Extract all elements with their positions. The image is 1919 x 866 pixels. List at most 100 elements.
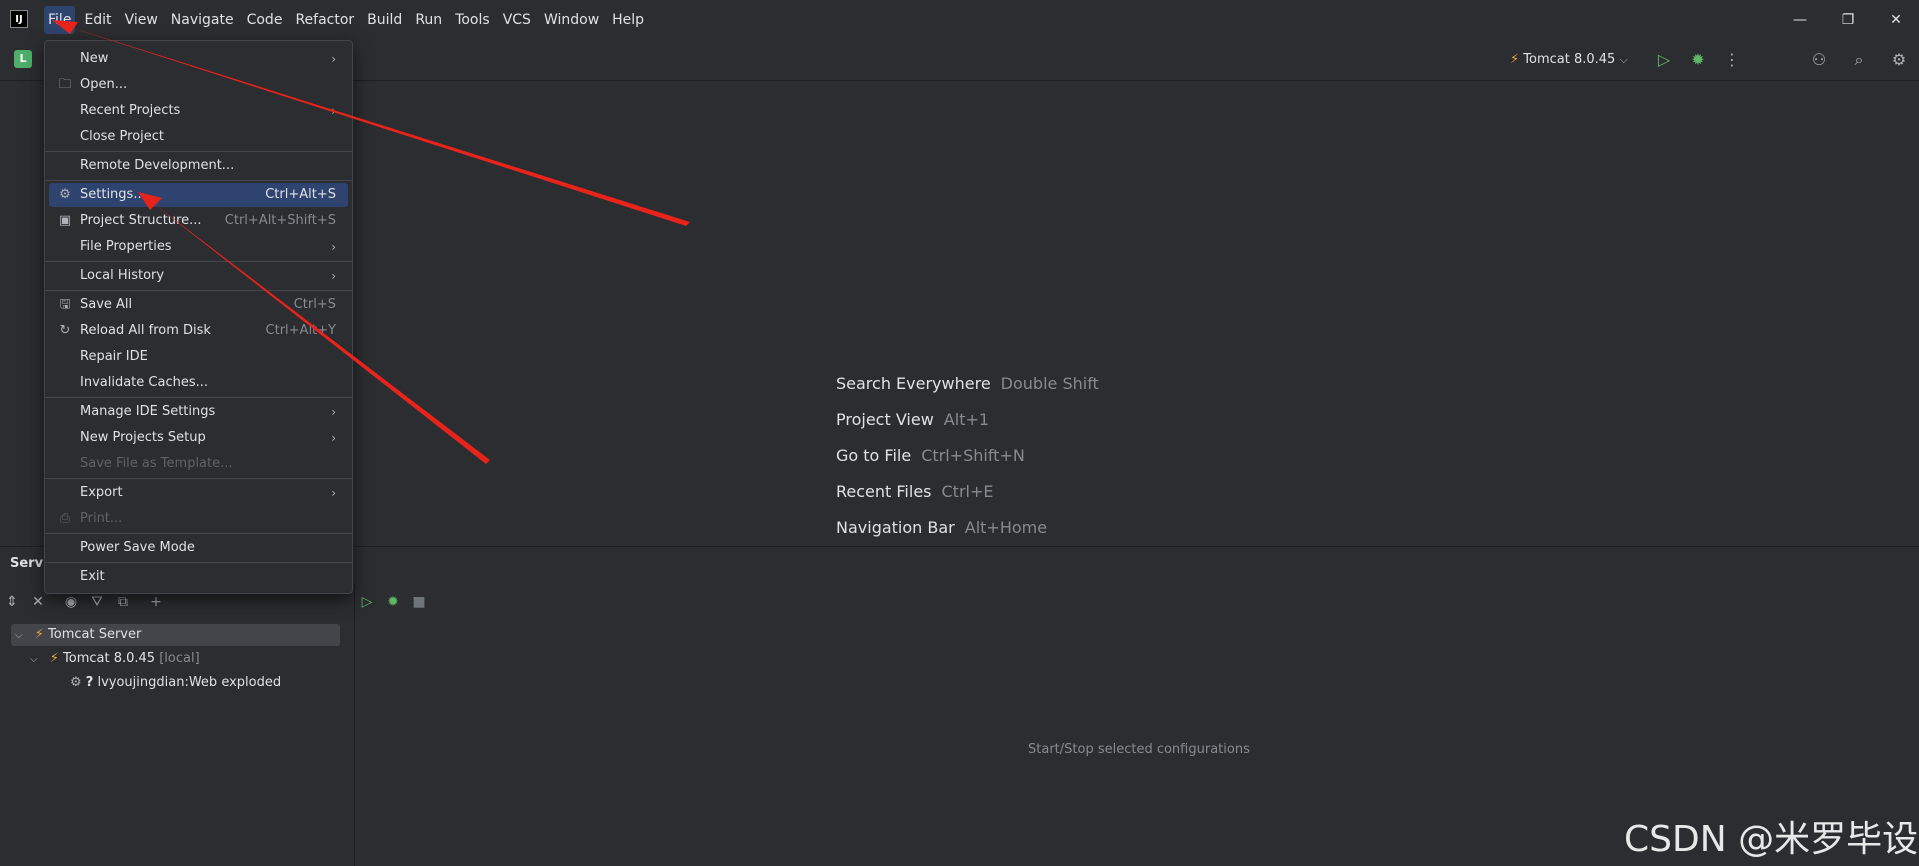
menu-help[interactable]: Help: [608, 0, 648, 40]
tree-item-tomcat-instance[interactable]: ⌵ ⚡ Tomcat 8.0.45 [local]: [30, 648, 200, 670]
hint-navigation-bar: Navigation Bar Alt+Home: [836, 518, 1048, 537]
run-config-selector[interactable]: ⚡ Tomcat 8.0.45 ⌵: [1510, 48, 1628, 72]
tree-item-tomcat-server[interactable]: ⌵ ⚡ Tomcat Server: [11, 624, 340, 646]
menu-item-invalidate-caches[interactable]: Invalidate Caches...: [49, 371, 348, 395]
add-user-icon[interactable]: ⚇: [1807, 48, 1831, 72]
menu-separator: [45, 562, 352, 563]
menu-run[interactable]: Run: [411, 0, 446, 40]
project-structure-icon: ▣: [58, 213, 72, 228]
menu-item-power-save-mode[interactable]: Power Save Mode: [49, 536, 348, 560]
menu-build[interactable]: Build: [363, 0, 406, 40]
gear-icon: ⚙: [59, 187, 71, 202]
menu-separator: [45, 261, 352, 262]
menu-item-settings[interactable]: ⚙ Settings... Ctrl+Alt+S: [49, 183, 348, 207]
menu-separator: [45, 151, 352, 152]
menu-file[interactable]: File: [44, 6, 76, 34]
question-icon: ?: [85, 675, 94, 690]
menu-edit[interactable]: Edit: [80, 0, 115, 40]
file-menu-dropdown: New › 🗀 Open... Recent Projects › Close Pro…: [44, 40, 353, 594]
menu-vcs[interactable]: VCS: [499, 0, 535, 40]
chevron-right-icon: ›: [331, 104, 336, 118]
menu-item-open[interactable]: 🗀 Open...: [49, 73, 348, 97]
menu-view[interactable]: View: [121, 0, 162, 40]
run-service-icon[interactable]: ▷: [357, 592, 377, 612]
csdn-watermark: CSDN @米罗毕设: [1624, 819, 1919, 860]
services-empty-message: Start/Stop selected configurations: [1028, 742, 1250, 757]
chevron-down-icon: ⌵: [1619, 53, 1628, 66]
expand-all-icon[interactable]: ⇕: [2, 592, 22, 612]
menu-item-project-structure[interactable]: ▣ Project Structure... Ctrl+Alt+Shift+S: [49, 209, 348, 233]
menu-item-close-project[interactable]: Close Project: [49, 125, 348, 149]
collapse-all-icon[interactable]: ✕: [28, 592, 48, 612]
chevron-right-icon: ›: [331, 240, 336, 254]
menu-item-exit[interactable]: Exit: [49, 565, 348, 589]
tomcat-icon: ⚡: [1510, 52, 1520, 67]
menu-separator: [45, 180, 352, 181]
chevron-right-icon: ›: [331, 405, 336, 419]
hint-project-view: Project View Alt+1: [836, 410, 990, 429]
intellij-logo-icon[interactable]: IJ: [10, 10, 28, 28]
tree-item-label: Tomcat 8.0.45: [63, 651, 156, 666]
chevron-down-icon: ⌵: [30, 654, 38, 665]
menu-item-file-properties[interactable]: File Properties ›: [49, 235, 348, 259]
filter-icon[interactable]: ⛛: [87, 592, 107, 612]
reload-icon: ↻: [59, 323, 71, 338]
debug-icon[interactable]: ✹: [1686, 48, 1710, 72]
chevron-right-icon: ›: [331, 486, 336, 500]
tree-item-label: Tomcat Server: [48, 627, 142, 642]
menu-item-manage-ide-settings[interactable]: Manage IDE Settings ›: [49, 400, 348, 424]
menu-separator: [45, 478, 352, 479]
menu-item-print: ⎙ Print...: [49, 507, 348, 531]
menu-tools[interactable]: Tools: [451, 0, 494, 40]
menu-code[interactable]: Code: [243, 0, 287, 40]
main-menu-bar: File Edit View Navigate Code Refactor Bu…: [44, 0, 653, 40]
menu-item-local-history[interactable]: Local History ›: [49, 264, 348, 288]
folder-icon: 🗀: [58, 77, 72, 92]
menu-item-reload-all[interactable]: ↻ Reload All from Disk Ctrl+Alt+Y: [49, 319, 348, 343]
close-button[interactable]: ✕: [1873, 0, 1919, 40]
print-icon: ⎙: [59, 511, 71, 526]
run-config-label: Tomcat 8.0.45: [1523, 52, 1616, 67]
chevron-down-icon: ⌵: [15, 630, 23, 641]
menu-separator: [45, 533, 352, 534]
menu-navigate[interactable]: Navigate: [167, 0, 238, 40]
tree-item-label: lvyoujingdian:Web exploded: [97, 675, 282, 690]
run-icon[interactable]: ▷: [1652, 48, 1676, 72]
stop-service-icon[interactable]: ■: [409, 592, 429, 612]
chevron-right-icon: ›: [331, 269, 336, 283]
menu-item-recent-projects[interactable]: Recent Projects ›: [49, 99, 348, 123]
menu-separator: [45, 290, 352, 291]
menu-item-repair-ide[interactable]: Repair IDE: [49, 345, 348, 369]
tomcat-icon: ⚡: [34, 627, 44, 642]
menu-item-save-all[interactable]: 🖫 Save All Ctrl+S: [49, 293, 348, 317]
artifact-icon: ⚙: [70, 675, 82, 690]
more-actions-icon[interactable]: ⋮: [1720, 48, 1744, 72]
project-badge[interactable]: L: [14, 50, 32, 68]
services-title: Servi: [10, 556, 48, 571]
restore-button[interactable]: ❐: [1825, 0, 1871, 40]
menu-item-new-projects-setup[interactable]: New Projects Setup ›: [49, 426, 348, 450]
new-tab-icon[interactable]: ⧉: [113, 592, 133, 612]
search-icon[interactable]: ⌕: [1847, 48, 1871, 72]
tree-item-suffix: [local]: [159, 651, 200, 666]
chevron-right-icon: ›: [331, 52, 336, 66]
menu-item-export[interactable]: Export ›: [49, 481, 348, 505]
hint-go-to-file: Go to File Ctrl+Shift+N: [836, 446, 1025, 465]
hint-search-everywhere: Search Everywhere Double Shift: [836, 374, 1099, 393]
save-icon: 🖫: [59, 297, 71, 312]
add-service-icon[interactable]: +: [146, 592, 166, 612]
tree-item-artifact[interactable]: ⚙ ? lvyoujingdian:Web exploded: [70, 672, 281, 694]
tomcat-icon: ⚡: [49, 651, 59, 666]
menu-separator: [45, 397, 352, 398]
menu-refactor[interactable]: Refactor: [291, 0, 358, 40]
menu-item-new[interactable]: New ›: [49, 47, 348, 71]
minimize-button[interactable]: —: [1777, 0, 1823, 40]
eye-icon[interactable]: ◉: [61, 592, 81, 612]
hint-recent-files: Recent Files Ctrl+E: [836, 482, 994, 501]
gear-icon[interactable]: ⚙: [1887, 48, 1911, 72]
chevron-right-icon: ›: [331, 431, 336, 445]
menu-item-save-file-as-template: Save File as Template...: [80, 456, 233, 471]
menu-window[interactable]: Window: [540, 0, 603, 40]
debug-service-icon[interactable]: ✹: [383, 592, 403, 612]
menu-item-remote-development[interactable]: Remote Development...: [49, 154, 348, 178]
